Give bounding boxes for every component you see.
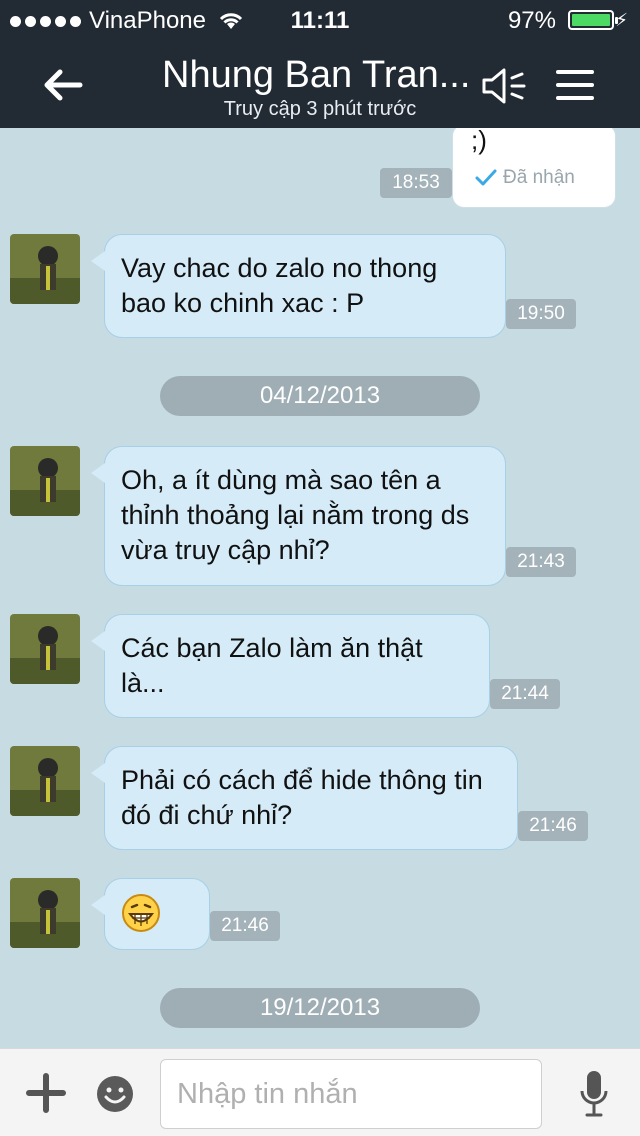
message-time: 21:46 xyxy=(518,811,588,841)
message-time: 21:43 xyxy=(506,547,576,577)
microphone-icon[interactable] xyxy=(578,1069,610,1119)
avatar[interactable] xyxy=(10,234,80,304)
delivery-status: Đã nhận xyxy=(475,167,575,189)
battery-percent: 97% xyxy=(507,7,556,34)
message-time: 21:46 xyxy=(210,911,280,941)
back-arrow-icon[interactable] xyxy=(40,62,86,108)
avatar[interactable] xyxy=(10,614,80,684)
contact-name[interactable]: Nhung Ban Tran... xyxy=(162,54,482,97)
outgoing-message[interactable]: ;) Đã nhận xyxy=(452,128,616,208)
avatar[interactable] xyxy=(10,878,80,948)
incoming-message[interactable]: Phải có cách để hide thông tin đó đi chứ… xyxy=(91,746,518,850)
incoming-message[interactable]: Vay chac do zalo no thong bao ko chinh x… xyxy=(91,234,506,338)
message-time: 19:50 xyxy=(506,299,576,329)
input-bar xyxy=(0,1048,640,1136)
status-bar: VinaPhone 11:11 97% ⚡ xyxy=(0,0,640,40)
message-input[interactable] xyxy=(160,1059,542,1129)
charging-icon: ⚡ xyxy=(615,10,628,30)
delivery-status-label: Đã nhận xyxy=(503,167,575,188)
chat-area[interactable]: 18:53 ;) Đã nhận Vay chac do zalo no tho… xyxy=(0,128,640,1048)
check-icon xyxy=(475,169,497,186)
emoji-icon[interactable] xyxy=(96,1075,134,1113)
message-text: ;) xyxy=(471,128,487,155)
message-time: 21:44 xyxy=(490,679,560,709)
battery-icon xyxy=(568,10,618,30)
incoming-message[interactable]: Oh, a ít dùng mà sao tên a thỉnh thoảng … xyxy=(91,446,506,586)
message-text: Phải có cách để hide thông tin đó đi chứ… xyxy=(121,765,483,830)
message-text: Vay chac do zalo no thong bao ko chinh x… xyxy=(121,253,438,318)
last-seen-status: Truy cập 3 phút trước xyxy=(223,98,417,120)
menu-icon[interactable] xyxy=(556,70,596,100)
message-time: 18:53 xyxy=(380,168,452,198)
avatar[interactable] xyxy=(10,446,80,516)
date-divider: 19/12/2013 xyxy=(160,988,480,1028)
speaker-icon[interactable] xyxy=(480,66,528,106)
avatar[interactable] xyxy=(10,746,80,816)
date-divider: 04/12/2013 xyxy=(160,376,480,416)
incoming-message[interactable] xyxy=(91,878,210,950)
plus-icon[interactable] xyxy=(26,1073,66,1113)
message-text: Oh, a ít dùng mà sao tên a thỉnh thoảng … xyxy=(121,465,470,565)
message-text: Các bạn Zalo làm ăn thật là... xyxy=(121,633,423,698)
grinning-emoji-icon xyxy=(122,894,160,932)
incoming-message[interactable]: Các bạn Zalo làm ăn thật là... xyxy=(91,614,490,718)
top-bar: VinaPhone 11:11 97% ⚡ Nhung Ban Tran... … xyxy=(0,0,640,128)
